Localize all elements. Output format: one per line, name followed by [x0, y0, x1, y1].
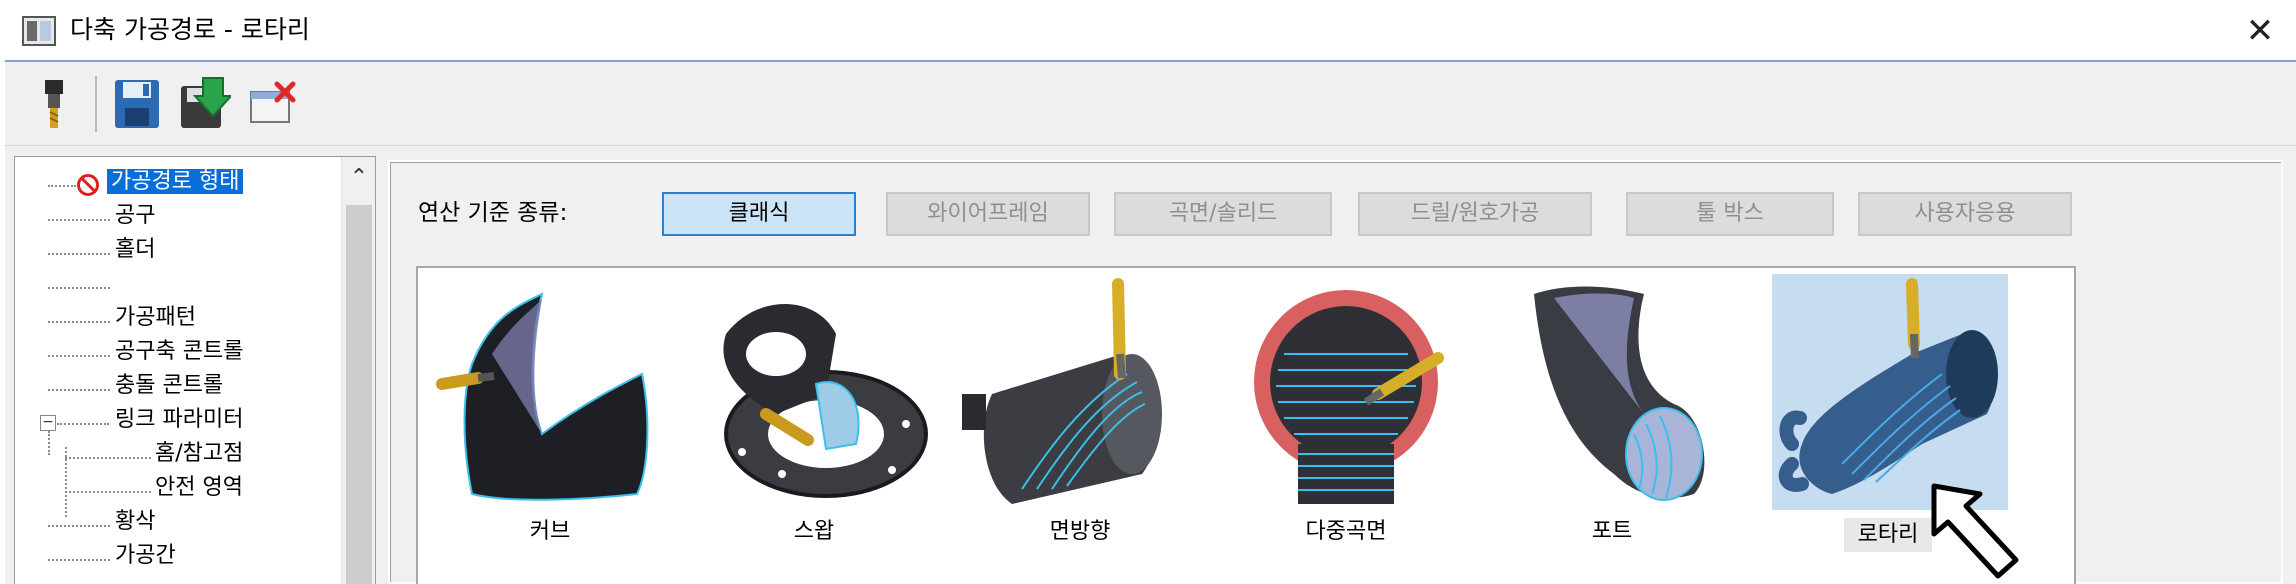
- tree-item-home-ref[interactable]: 홈/참고점: [155, 439, 243, 469]
- tool-icon: [45, 80, 63, 128]
- tile-multi-surface[interactable]: 다중곡면: [1228, 274, 1464, 584]
- title-bar: 다축 가공경로 - 로타리 ✕: [0, 0, 2296, 62]
- toolbar-separator: [95, 76, 97, 132]
- category-toolbox-button[interactable]: 툴 박스: [1626, 192, 1834, 236]
- save-apply-button[interactable]: [177, 76, 234, 132]
- operation-type-label: 연산 기준 종류:: [418, 200, 568, 226]
- tree-item-machining[interactable]: 가공간: [115, 541, 176, 571]
- tree-item-holder[interactable]: 홀더: [115, 235, 155, 265]
- multi-surface-toolpath-icon: [1254, 290, 1444, 504]
- tree-item-tool[interactable]: 공구: [115, 201, 155, 231]
- chevron-up-icon[interactable]: ⌃: [342, 165, 375, 191]
- category-classic-button[interactable]: 클래식: [662, 192, 856, 236]
- tile-label: 커브: [529, 519, 571, 544]
- tree-item-link-params[interactable]: 링크 파라미터: [115, 405, 243, 435]
- tile-label: 포트: [1591, 519, 1633, 544]
- tree-scrollbar[interactable]: ⌃: [341, 157, 375, 584]
- app-icon: [22, 16, 56, 46]
- pointer-arrow-icon: [1931, 483, 2019, 579]
- category-drill-button[interactable]: 드릴/원호가공: [1358, 192, 1592, 236]
- category-surface-solid-button[interactable]: 곡면/솔리드: [1114, 192, 1332, 236]
- category-wireframe-button[interactable]: 와이어프레임: [886, 192, 1090, 236]
- close-button[interactable]: ✕: [2240, 11, 2280, 51]
- tree-item-label: 가공경로 형태: [107, 169, 244, 194]
- tile-label: 로타리: [1844, 518, 1932, 552]
- tile-curve[interactable]: 커브: [432, 274, 668, 584]
- tile-swarf[interactable]: 스왑: [696, 274, 932, 584]
- cancel-button[interactable]: [247, 76, 301, 132]
- port-toolpath-icon: [1534, 286, 1705, 501]
- dialog-window: 다축 가공경로 - 로타리 ✕ 가공경로 형태 공구 홀더 가공패턴 공구축 콘…: [0, 0, 2296, 584]
- tree-item-safety-zone[interactable]: 안전 영역: [155, 473, 243, 503]
- category-custom-button[interactable]: 사용자응용: [1858, 192, 2072, 236]
- curve-toolpath-icon: [436, 292, 649, 501]
- save-button[interactable]: [111, 76, 165, 132]
- tree-panel: 가공경로 형태 공구 홀더 가공패턴 공구축 콘트롤 충돌 콘트롤 − 링크 파…: [14, 156, 376, 584]
- tile-port[interactable]: 포트: [1494, 274, 1730, 584]
- toolpath-gallery: 커브 스왑 면방향 다중곡면 포트 로타리: [416, 266, 2076, 584]
- tree-item-toolpath-type[interactable]: 가공경로 형태: [107, 167, 244, 197]
- swarf-toolpath-icon: [723, 304, 928, 498]
- error-icon: [77, 174, 99, 196]
- tile-label: 다중곡면: [1305, 519, 1387, 544]
- collapse-icon[interactable]: −: [40, 415, 56, 431]
- tree-item-collision[interactable]: 충돌 콘트롤: [115, 371, 223, 401]
- save-apply-icon: [181, 77, 234, 128]
- save-icon: [115, 80, 159, 128]
- tile-label: 면방향: [1049, 519, 1111, 544]
- tool-button[interactable]: [27, 76, 81, 132]
- cancel-icon: [250, 81, 296, 123]
- tree-item-tool-axis[interactable]: 공구축 콘트롤: [115, 337, 243, 367]
- window-title: 다축 가공경로 - 로타리: [70, 15, 310, 44]
- tile-surface-normal[interactable]: 면방향: [962, 274, 1198, 584]
- toolbar: [5, 64, 2296, 146]
- tree-item-roughing[interactable]: 황삭: [115, 507, 155, 537]
- tree-item-pattern[interactable]: 가공패턴: [115, 303, 196, 333]
- tile-label: 스왑: [793, 519, 835, 544]
- scroll-thumb[interactable]: [346, 205, 372, 584]
- surface-normal-toolpath-icon: [962, 278, 1162, 504]
